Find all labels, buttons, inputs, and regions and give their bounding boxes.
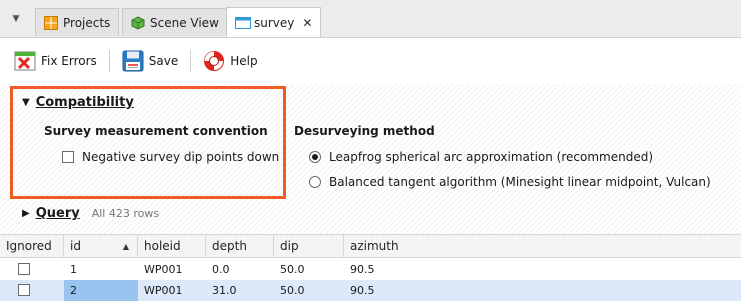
collapsed-triangle-icon: ▶ (22, 208, 30, 219)
column-header-dip[interactable]: dip (274, 235, 344, 258)
tab-survey[interactable]: survey ✕ (226, 7, 322, 37)
depth-cell: 0.0 (212, 263, 230, 276)
save-disk-icon (122, 50, 144, 72)
column-header-id[interactable]: id ▲ (64, 235, 138, 258)
tab-label: survey (254, 15, 295, 30)
toolbar-divider (108, 50, 110, 72)
save-label: Save (148, 54, 179, 68)
table-header: Ignored id ▲ holeid depth dip azimuth (0, 234, 741, 258)
column-header-holeid[interactable]: holeid (138, 235, 206, 258)
radio-button[interactable] (309, 176, 321, 188)
column-header-depth[interactable]: depth (206, 235, 274, 258)
compatibility-section-toggle[interactable]: ▼ Compatibility (22, 95, 134, 110)
query-row-count: All 423 rows (91, 207, 160, 220)
column-header-ignored[interactable]: Ignored (0, 235, 64, 258)
radio-label: Leapfrog spherical arc approximation (re… (329, 150, 654, 164)
fix-errors-icon (14, 50, 36, 72)
negative-dip-label: Negative survey dip points down (82, 150, 280, 164)
tab-menu-chevron-icon[interactable]: ▼ (10, 13, 22, 25)
dip-cell: 50.0 (280, 263, 305, 276)
table-row[interactable]: 1 WP001 0.0 50.0 90.5 (0, 259, 741, 280)
tab-label: Projects (63, 15, 111, 30)
column-header-label: id (70, 239, 81, 253)
id-cell: 2 (64, 280, 138, 301)
survey-data-table: Ignored id ▲ holeid depth dip azimuth 1 … (0, 234, 741, 302)
close-tab-icon[interactable]: ✕ (302, 16, 312, 30)
fix-errors-button[interactable]: Fix Errors (10, 50, 101, 72)
tab-scene-view[interactable]: Scene View (122, 8, 228, 36)
query-section-toggle[interactable]: ▶ Query All 423 rows (22, 206, 159, 221)
toolbar: Fix Errors Save Help (0, 38, 741, 84)
desurveying-method-heading: Desurveying method (294, 124, 435, 138)
ignored-checkbox[interactable] (18, 263, 30, 275)
ignored-checkbox[interactable] (18, 284, 30, 296)
azimuth-cell: 90.5 (350, 263, 375, 276)
negative-dip-checkbox[interactable]: Negative survey dip points down (62, 150, 279, 164)
tab-label: Scene View (150, 15, 219, 30)
id-cell: 1 (70, 263, 77, 276)
holeid-cell: WP001 (144, 263, 183, 276)
help-button[interactable]: Help (199, 50, 261, 72)
ignored-cell[interactable] (0, 259, 64, 280)
table-row-selected[interactable]: 2 WP001 31.0 50.0 90.5 (0, 280, 741, 301)
radio-label: Balanced tangent algorithm (Minesight li… (329, 175, 711, 189)
depth-cell: 31.0 (212, 284, 237, 297)
measurement-convention-heading: Survey measurement convention (44, 124, 268, 138)
save-button[interactable]: Save (118, 50, 182, 72)
tab-bar: ▼ Projects Scene View survey ✕ (0, 0, 741, 38)
radio-balanced-tangent[interactable]: Balanced tangent algorithm (Minesight li… (309, 175, 711, 189)
tab-projects[interactable]: Projects (35, 8, 120, 36)
table-icon (235, 16, 251, 30)
toolbar-divider (190, 50, 192, 72)
expanded-triangle-icon: ▼ (22, 97, 30, 108)
radio-button-selected[interactable] (309, 151, 321, 163)
lifebuoy-help-icon (203, 50, 225, 72)
dip-cell: 50.0 (280, 284, 305, 297)
compatibility-title: Compatibility (35, 95, 134, 110)
survey-settings-panel: ▼ Compatibility Survey measurement conve… (0, 84, 741, 234)
scene-cube-icon (131, 15, 145, 30)
sort-ascending-icon: ▲ (122, 242, 129, 251)
azimuth-cell: 90.5 (350, 284, 375, 297)
ignored-cell[interactable] (0, 280, 64, 301)
column-header-azimuth[interactable]: azimuth (344, 235, 741, 258)
fix-errors-label: Fix Errors (41, 54, 97, 68)
query-title: Query (35, 206, 80, 221)
holeid-cell: WP001 (144, 284, 183, 297)
help-label: Help (230, 54, 258, 68)
checkbox-box[interactable] (62, 151, 74, 163)
projects-grid-icon (44, 15, 58, 30)
radio-leapfrog-spherical-arc[interactable]: Leapfrog spherical arc approximation (re… (309, 150, 653, 164)
